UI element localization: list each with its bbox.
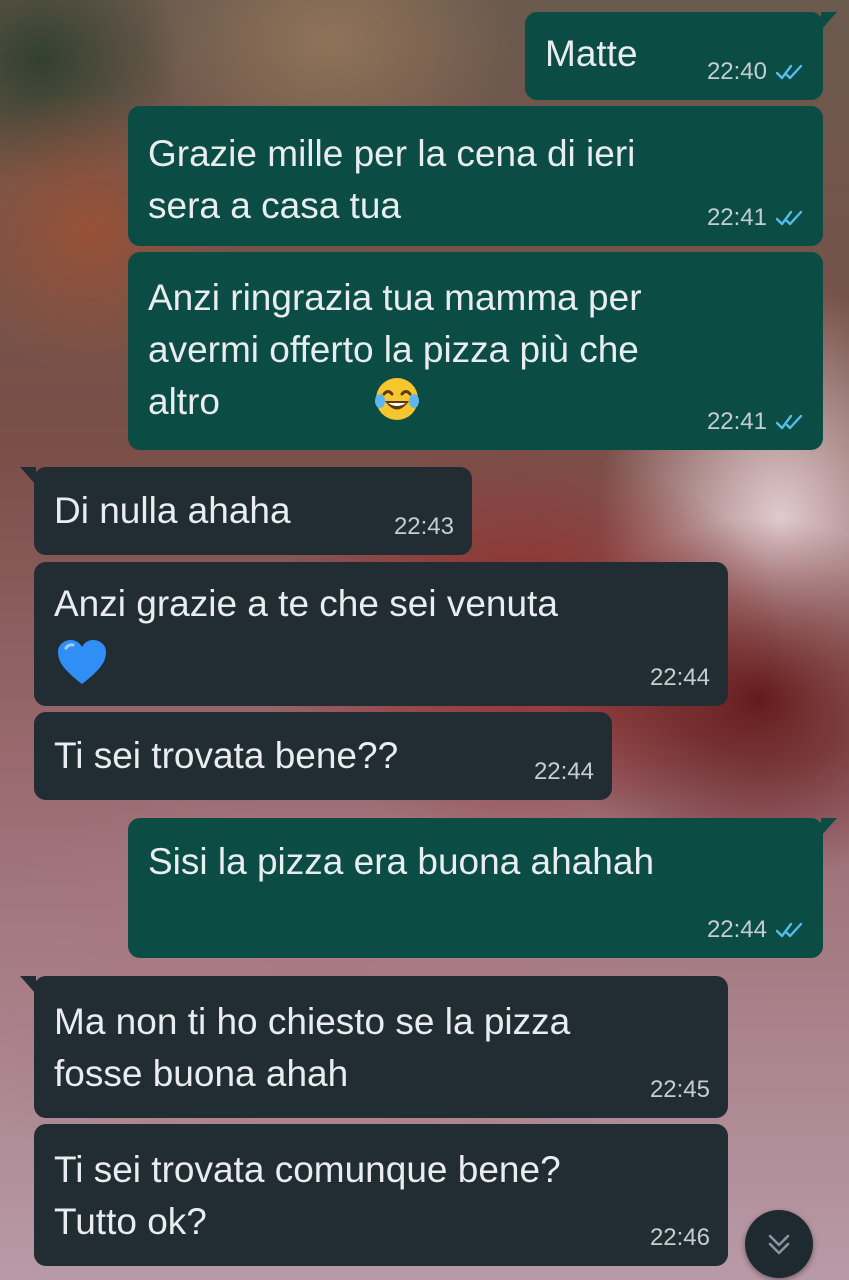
message-meta: 22:41 [707,204,805,232]
message-bubble-outgoing[interactable]: Matte 22:40 [525,12,837,100]
message-time: 22:45 [649,1076,710,1103]
double-check-read-icon [775,210,803,226]
double-chevron-down-icon [768,1234,790,1255]
blue-heart-icon [58,640,106,684]
message-meta: 22:44 [534,758,594,786]
double-check-read-icon [775,922,803,938]
message-time: 22:43 [393,513,454,540]
message-bubble-incoming[interactable]: Ti sei trovata bene?? 22:44 [34,712,612,800]
message-text: Matte [545,33,638,74]
message-text: Di nulla ahaha [54,490,291,531]
message-text: Anzi grazie a te che sei venuta [54,583,558,624]
message-meta: 22:46 [650,1224,710,1252]
message-time: 22:44 [649,664,710,691]
message-time: 22:46 [649,1224,710,1251]
message-bubble-incoming[interactable]: Anzi grazie a te che sei venuta 22:44 [34,562,728,706]
message-text: Ma non ti ho chiesto se la pizza fosse b… [54,1001,571,1094]
message-time: 22:44 [533,758,594,785]
message-text: Ti sei trovata comunque bene? Tutto ok? [54,1149,561,1242]
message-time: 22:41 [706,204,767,231]
face-with-tears-of-joy-icon [375,378,419,420]
message-time: 22:41 [706,408,767,435]
message-bubble-outgoing[interactable]: Anzi ringrazia tua mamma per avermi offe… [128,252,823,450]
message-meta: 22:40 [707,58,805,86]
message-text: Ti sei trovata bene?? [54,735,399,776]
message-bubble-incoming[interactable]: Ti sei trovata comunque bene? Tutto ok? … [34,1124,728,1266]
message-text: Sisi la pizza era buona ahahah [148,841,655,882]
scroll-to-bottom-button[interactable] [745,1210,813,1278]
message-meta: 22:41 [707,408,805,436]
message-meta: 22:43 [394,513,454,541]
double-check-read-icon [775,64,803,80]
message-bubble-incoming[interactable]: Di nulla ahaha 22:43 [20,467,472,555]
message-text: Grazie mille per la cena di ieri sera a … [148,133,636,226]
message-meta: 22:44 [650,664,710,692]
message-meta: 22:44 [707,916,805,944]
double-check-read-icon [775,414,803,430]
message-time: 22:40 [706,58,767,85]
message-bubble-incoming[interactable]: Ma non ti ho chiesto se la pizza fosse b… [20,976,728,1118]
message-meta: 22:45 [650,1076,710,1104]
message-bubble-outgoing[interactable]: Sisi la pizza era buona ahahah 22:44 [128,818,837,958]
message-time: 22:44 [706,916,767,943]
message-bubble-outgoing[interactable]: Grazie mille per la cena di ieri sera a … [128,106,823,246]
